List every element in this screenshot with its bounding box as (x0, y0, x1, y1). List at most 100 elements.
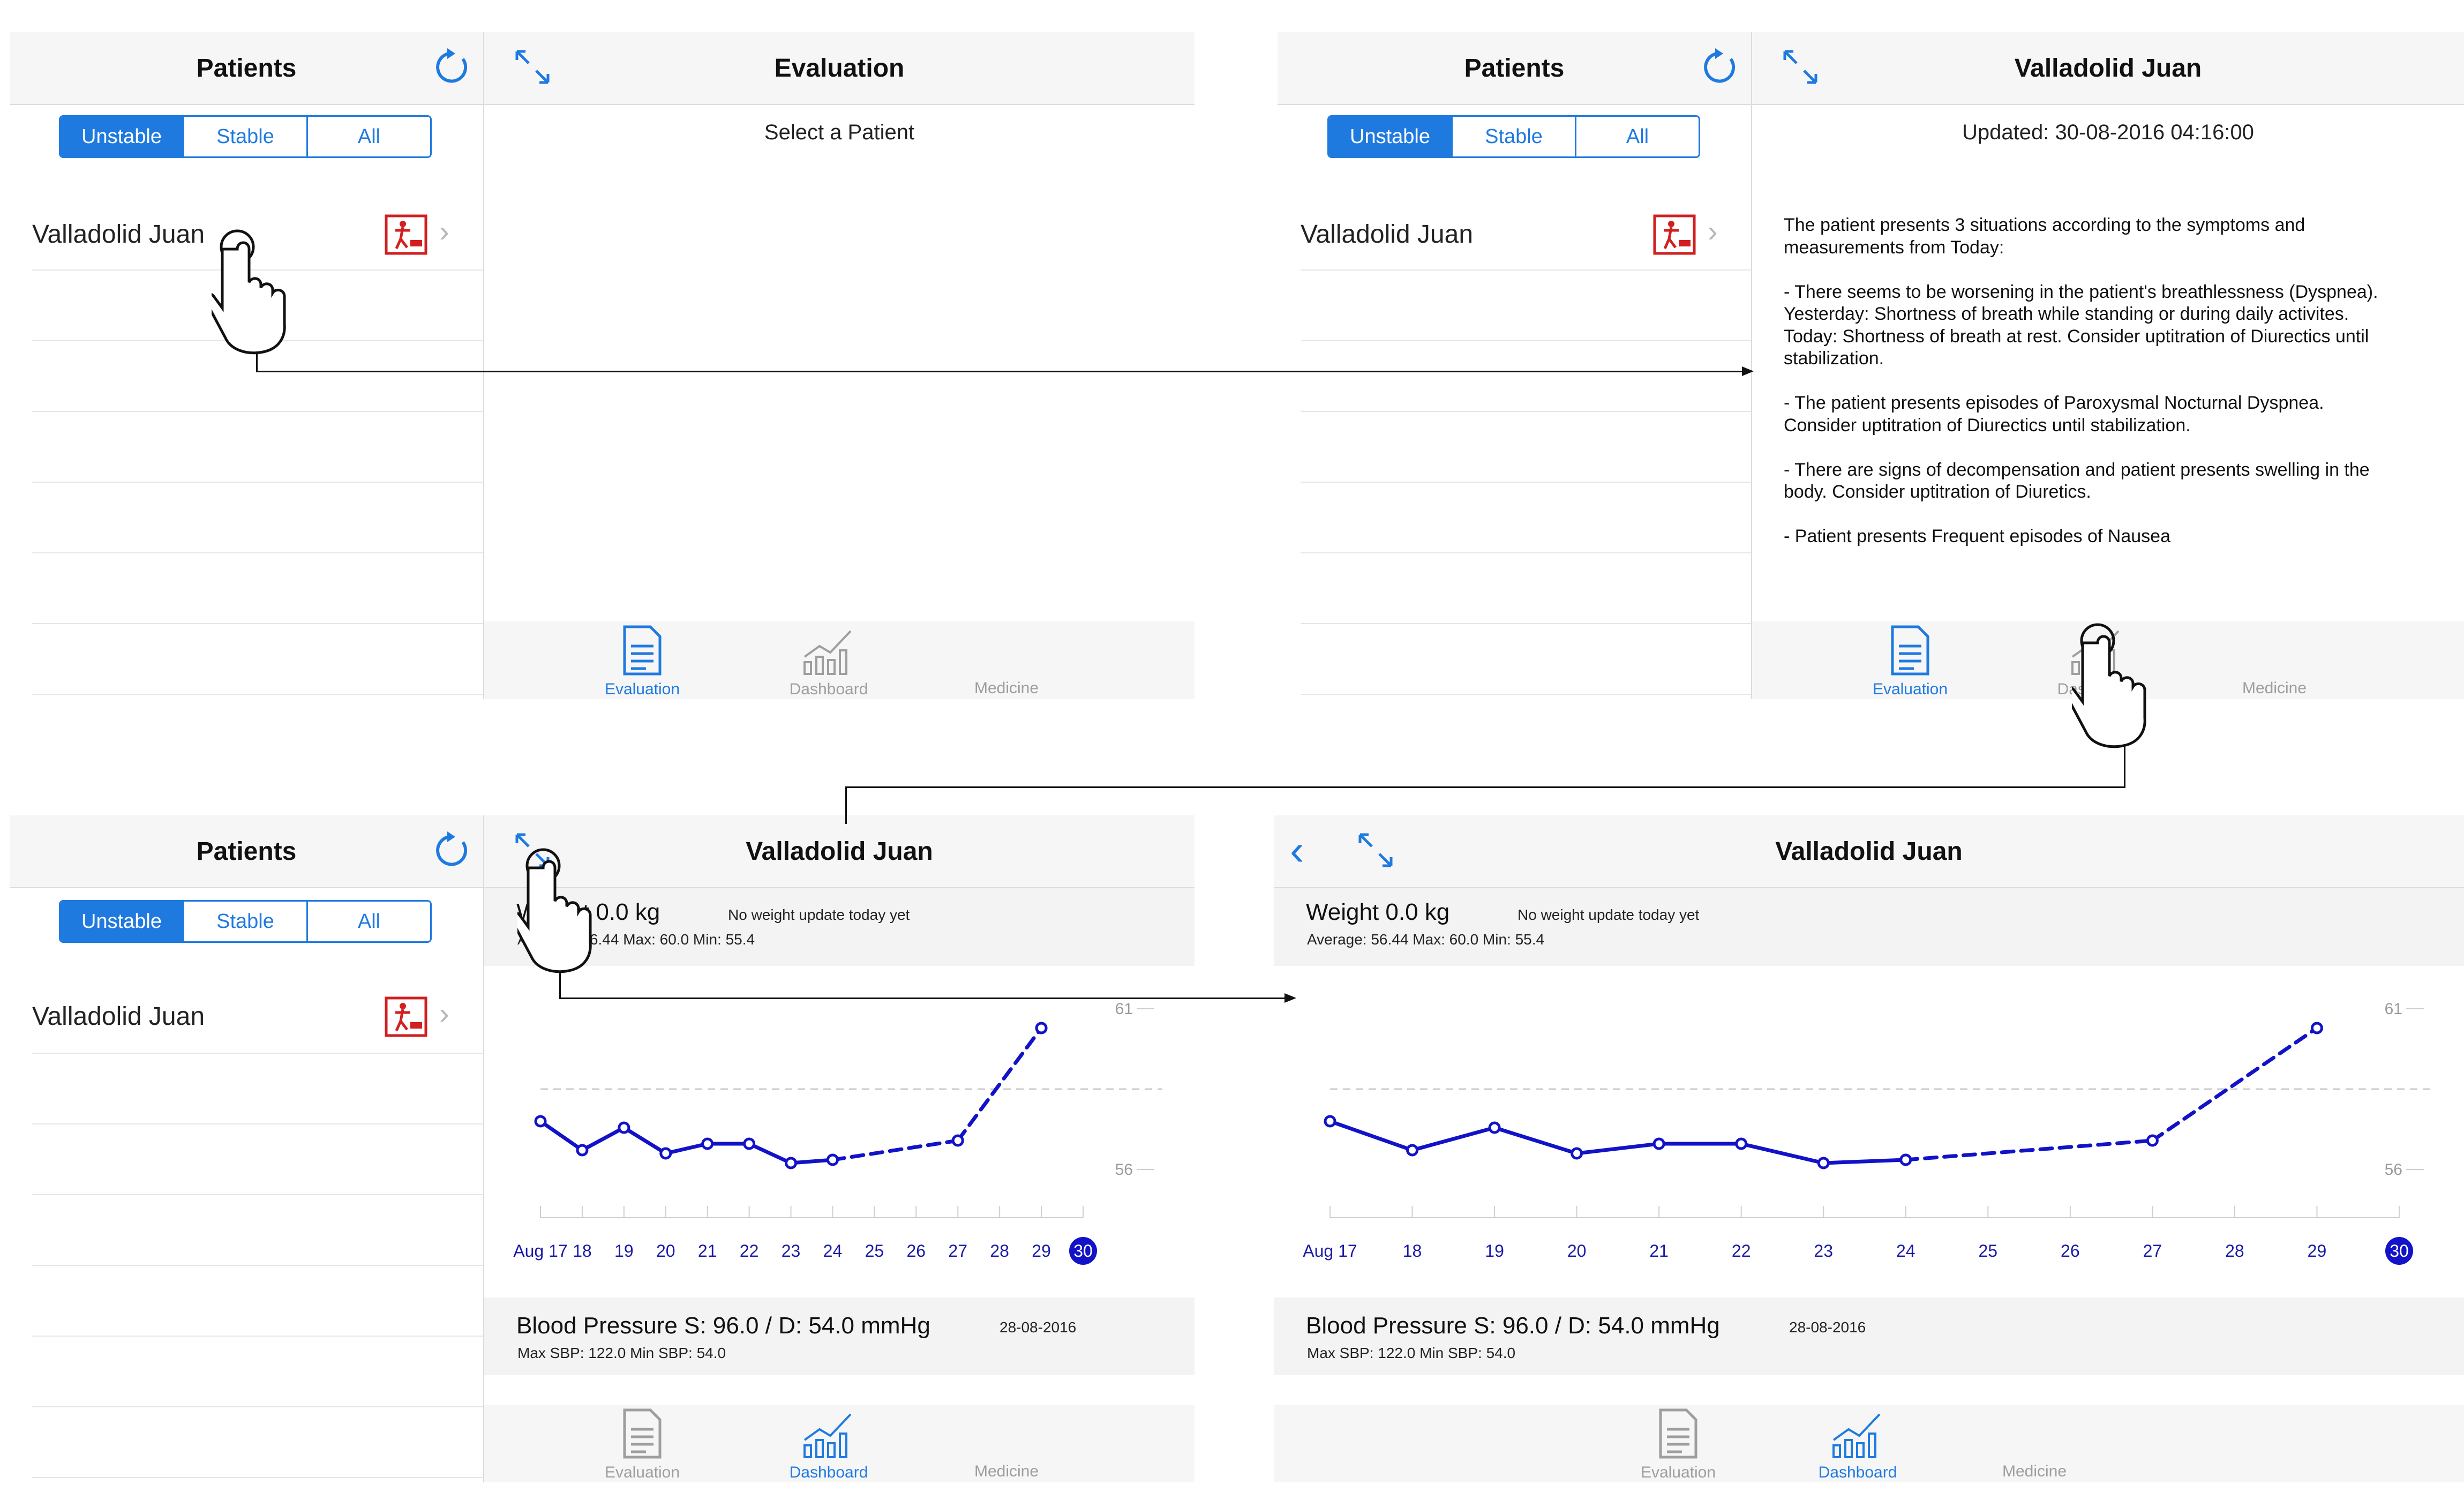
filter-segmented-control[interactable]: Unstable Stable All (59, 900, 432, 943)
filter-all[interactable]: All (1575, 117, 1699, 156)
tab-medicine[interactable]: Medicine (1973, 1462, 2096, 1481)
blood-pressure-card[interactable]: Blood Pressure S: 96.0 / D: 54.0 mmHg 28… (484, 1298, 1195, 1375)
tab-medicine[interactable]: Medicine (2213, 679, 2336, 698)
data-point (1571, 1147, 1583, 1160)
updated-timestamp: Updated: 30-08-2016 04:16:00 (1962, 121, 2254, 144)
evaluation-line: stabilization. (1784, 348, 1884, 369)
weight-card[interactable]: Weight 0.0 kg No weight update today yet… (1274, 888, 2464, 966)
series-segment (1410, 1126, 1497, 1152)
filter-all[interactable]: All (306, 117, 430, 156)
patient-detail-title: Valladolid Juan (2014, 54, 2202, 82)
filter-stable[interactable]: Stable (183, 902, 306, 941)
tab-bar: Evaluation Dashboard Medicine (484, 621, 1195, 699)
data-point (743, 1137, 756, 1150)
tab-label: Evaluation (604, 1464, 680, 1481)
series-segment-estimated (956, 1026, 1043, 1143)
chevron-right-icon: › (439, 214, 449, 248)
tab-evaluation[interactable]: Evaluation (581, 1408, 704, 1482)
tab-medicine[interactable]: Medicine (945, 1462, 1068, 1481)
data-point (2146, 1134, 2159, 1147)
x-tick-label: 26 (907, 1241, 926, 1261)
tap-gesture-icon (2072, 623, 2146, 748)
filter-unstable[interactable]: Unstable (61, 902, 183, 941)
blood-pressure-card[interactable]: Blood Pressure S: 96.0 / D: 54.0 mmHg 28… (1274, 1298, 2464, 1375)
tab-label: Medicine (2242, 679, 2307, 697)
patients-title: Patients (196, 837, 297, 866)
tab-label: Evaluation (1640, 1464, 1716, 1481)
row-separator (1301, 694, 1751, 695)
tab-evaluation[interactable]: Evaluation (1849, 625, 1972, 699)
y-tick-label: 56 (2385, 1161, 2402, 1179)
refresh-icon[interactable] (433, 830, 472, 870)
row-separator (32, 694, 483, 695)
patients-title: Patients (196, 54, 297, 82)
x-tick-label: 19 (614, 1241, 634, 1261)
tab-evaluation[interactable]: Evaluation (1617, 1408, 1740, 1482)
arrow-head-icon (1742, 366, 1754, 376)
chevron-right-icon: › (1708, 214, 1718, 248)
tap-gesture-icon (212, 229, 286, 355)
row-separator (32, 1053, 483, 1054)
bar-chart-icon (803, 630, 852, 675)
evaluation-line: - Patient presents Frequent episodes of … (1784, 526, 2170, 546)
document-icon (1891, 625, 1929, 676)
filter-all[interactable]: All (306, 902, 430, 941)
filter-unstable[interactable]: Unstable (61, 117, 183, 156)
data-point (1488, 1121, 1501, 1134)
tab-medicine[interactable]: Medicine (945, 679, 1068, 698)
document-icon (623, 625, 662, 676)
alert-person-icon (385, 996, 427, 1037)
refresh-icon[interactable] (433, 47, 472, 87)
document-icon (1659, 1408, 1697, 1459)
patients-header: Patients (10, 815, 483, 888)
x-tick-label: 23 (1814, 1241, 1833, 1261)
tab-label: Dashboard (789, 1464, 868, 1481)
series-segment (664, 1142, 710, 1156)
tab-dashboard[interactable]: Dashboard (767, 1408, 890, 1482)
filter-segmented-control[interactable]: Unstable Stable All (1327, 115, 1700, 158)
x-tick-label: 25 (865, 1241, 884, 1261)
series-segment (747, 1142, 793, 1165)
x-tick-label: 23 (782, 1241, 801, 1261)
x-tick-label: 30 (1073, 1241, 1093, 1261)
tab-dashboard[interactable]: Dashboard (1796, 1408, 1919, 1482)
series-segment (1739, 1142, 1826, 1165)
data-point (1035, 1022, 1048, 1034)
evaluation-line: body. Consider uptitration of Diuretics. (1784, 482, 2091, 502)
flow-line (845, 786, 847, 824)
data-point (1817, 1157, 1830, 1169)
filter-stable[interactable]: Stable (1451, 117, 1575, 156)
tab-evaluation[interactable]: Evaluation (581, 625, 704, 699)
series-segment (1328, 1119, 1415, 1152)
row-separator (1301, 340, 1751, 341)
tab-dashboard[interactable]: Dashboard (767, 625, 890, 699)
filter-segmented-control[interactable]: Unstable Stable All (59, 115, 432, 158)
row-separator (1301, 623, 1751, 624)
x-tick-label: 26 (2061, 1241, 2080, 1261)
weight-stats: Average: 56.44 Max: 60.0 Min: 55.4 (1307, 931, 1545, 948)
patient-name: Valladolid Juan (32, 1002, 205, 1031)
x-tick-label: 24 (823, 1241, 843, 1261)
bar-chart-icon (1832, 1413, 1881, 1458)
refresh-icon[interactable] (1701, 47, 1740, 87)
filter-stable[interactable]: Stable (183, 117, 306, 156)
weight-chart: 56 61 Aug 17 18 19 20 21 22 23 24 25 26 27 28 29 30 (1303, 1000, 2432, 1265)
row-separator (1301, 552, 1751, 553)
x-tick-label: 28 (2225, 1241, 2244, 1261)
data-point (534, 1115, 547, 1128)
data-point (826, 1153, 839, 1166)
evaluation-line: Yesterday: Shortness of breath while sta… (1784, 304, 2349, 324)
patient-name: Valladolid Juan (32, 220, 205, 249)
patient-name: Valladolid Juan (1301, 220, 1474, 249)
row-separator (32, 552, 483, 553)
select-patient-placeholder: Select a Patient (764, 121, 915, 144)
x-tick-label: 25 (1979, 1241, 1998, 1261)
row-separator (32, 1265, 483, 1266)
y-tick-label: 61 (1115, 1000, 1133, 1018)
chevron-right-icon: › (439, 996, 449, 1030)
x-tick-label: 28 (990, 1241, 1009, 1261)
series-segment (1575, 1142, 1661, 1156)
x-tick-label: 20 (656, 1241, 675, 1261)
filter-unstable[interactable]: Unstable (1329, 117, 1451, 156)
patients-header: Patients (10, 32, 483, 105)
